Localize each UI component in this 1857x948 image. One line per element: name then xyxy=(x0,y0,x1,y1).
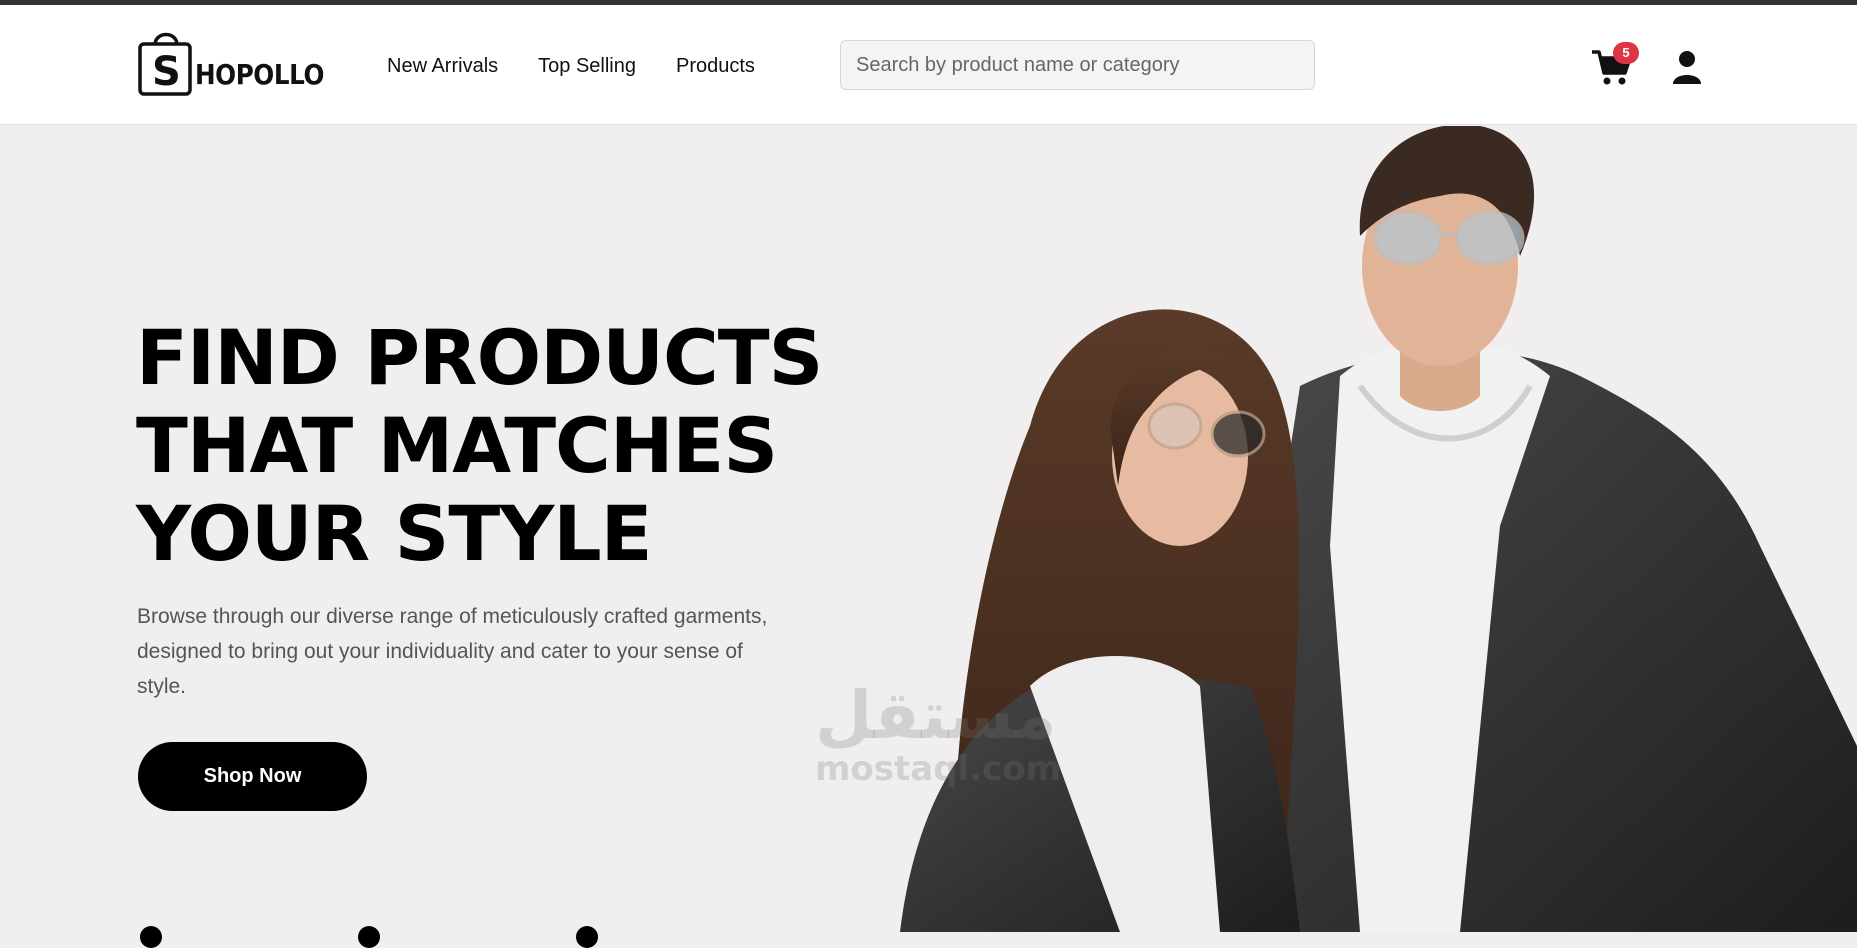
logo-letter: S xyxy=(152,49,181,95)
hero-title-line: YOUR STYLE xyxy=(136,489,653,578)
main-nav: New Arrivals Top Selling Products xyxy=(387,55,755,78)
hero-title: FIND PRODUCTS THAT MATCHES YOUR STYLE xyxy=(136,313,823,578)
nav-products[interactable]: Products xyxy=(676,55,755,78)
brand-logo[interactable]: S HOPOLLO xyxy=(137,27,342,97)
nav-new-arrivals[interactable]: New Arrivals xyxy=(387,55,498,78)
dot-marker xyxy=(140,926,162,948)
hero-title-line: FIND PRODUCTS xyxy=(136,313,823,402)
search-input[interactable] xyxy=(840,40,1315,90)
shopping-bag-logo-icon: S xyxy=(138,32,192,96)
hero-title-line: THAT MATCHES xyxy=(136,401,778,490)
watermark-latin: mostaql.com xyxy=(815,749,1062,789)
watermark-arabic: مستقل xyxy=(815,677,1057,754)
hero-description: Browse through our diverse range of meti… xyxy=(137,605,768,698)
user-icon[interactable] xyxy=(1672,50,1702,84)
cart-count-badge: 5 xyxy=(1613,42,1639,64)
shop-now-button[interactable]: Shop Now xyxy=(138,742,367,811)
dot-marker xyxy=(576,926,598,948)
hero-section: FIND PRODUCTS THAT MATCHES YOUR STYLE Br… xyxy=(0,126,1857,948)
site-header: S HOPOLLO New Arrivals Top Selling Produ… xyxy=(0,5,1857,125)
brand-name: HOPOLLO xyxy=(195,58,324,91)
dot-marker xyxy=(358,926,380,948)
nav-top-selling[interactable]: Top Selling xyxy=(538,55,636,78)
hero-fashion-photo xyxy=(900,126,1857,932)
watermark: مستقل mostaql.com xyxy=(815,677,1062,789)
